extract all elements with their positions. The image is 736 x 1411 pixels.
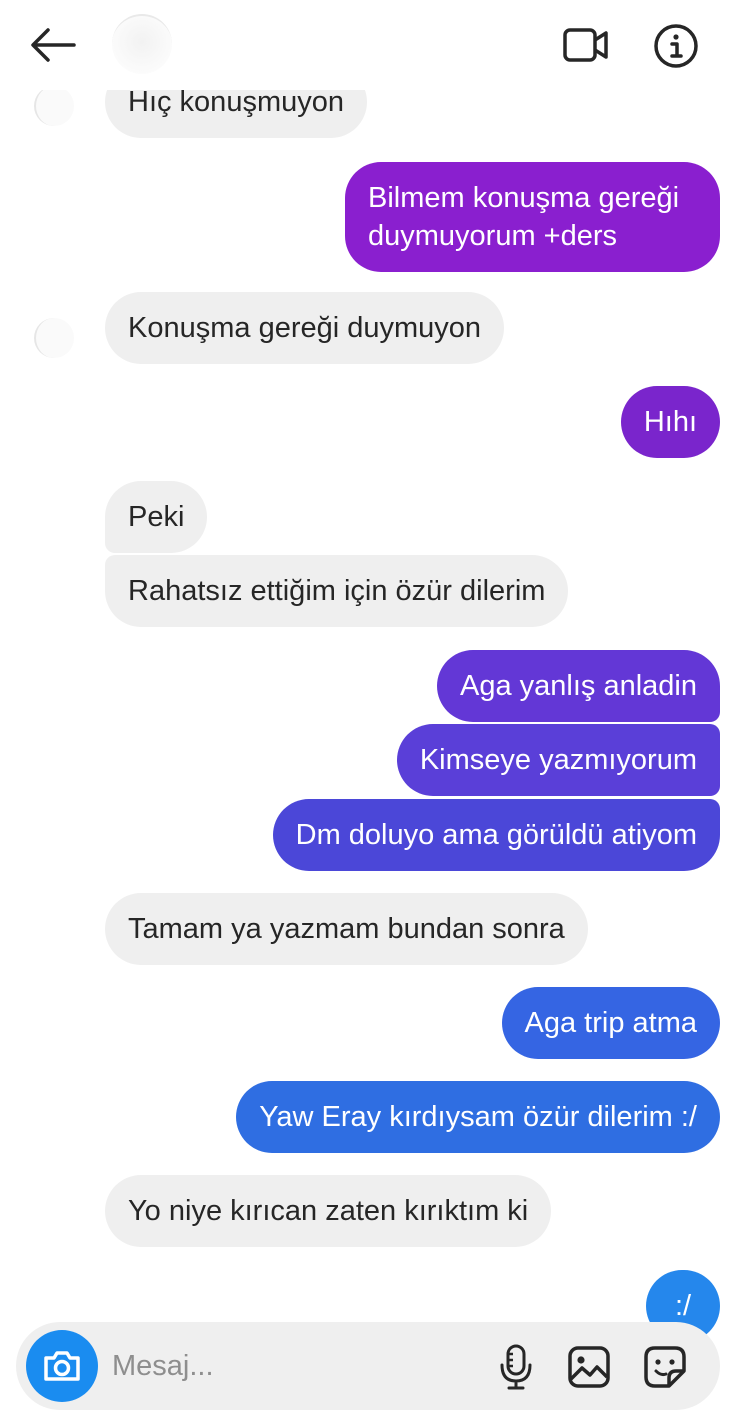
message-outgoing[interactable]: Hıhı	[620, 386, 720, 458]
message-incoming[interactable]: Rahatsız ettiğim için özür dilerim	[105, 555, 569, 627]
message-text: Bilmem konuşma gereği duymuyorum +ders	[368, 182, 680, 252]
message-incoming[interactable]: Tamam ya yazmam bundan sonra	[105, 893, 588, 965]
message-input[interactable]	[112, 1342, 472, 1390]
message-incoming[interactable]: Peki	[105, 481, 208, 553]
sender-avatar	[34, 86, 74, 126]
sticker-icon	[644, 1346, 686, 1388]
message-incoming[interactable]: Yo niye kırıcan zaten kırıktım ki	[105, 1175, 552, 1247]
message-incoming[interactable]: Konuşma gereği duymuyon	[105, 292, 505, 364]
chat-header	[0, 0, 736, 90]
info-button[interactable]	[650, 20, 702, 72]
camera-button[interactable]	[26, 1330, 98, 1402]
video-camera-icon	[563, 28, 608, 62]
video-call-button[interactable]	[560, 22, 612, 68]
message-outgoing[interactable]: Dm doluyo ama görüldü atiyom	[272, 799, 720, 871]
info-icon	[654, 24, 698, 68]
back-button[interactable]	[28, 22, 78, 68]
camera-icon	[44, 1351, 80, 1381]
gallery-button[interactable]	[564, 1342, 614, 1392]
message-outgoing[interactable]: Bilmem konuşma gereği duymuyorum +ders	[345, 162, 720, 272]
voice-message-button[interactable]	[494, 1342, 538, 1392]
microphone-icon	[500, 1344, 532, 1390]
contact-avatar[interactable]	[112, 14, 172, 74]
message-outgoing[interactable]: Aga trip atma	[501, 987, 720, 1059]
sticker-button[interactable]	[640, 1342, 690, 1392]
message-outgoing[interactable]: Kimseye yazmıyorum	[396, 724, 720, 796]
message-composer	[16, 1322, 720, 1410]
message-outgoing[interactable]: Yaw Eray kırdıysam özür dilerim :/	[236, 1081, 720, 1153]
dm-screen: Hıç konuşmuyon Bilmem konuşma gereği duy…	[0, 0, 736, 1411]
message-outgoing[interactable]: Aga yanlış anladin	[437, 650, 720, 722]
arrow-left-icon	[31, 28, 76, 62]
image-gallery-icon	[568, 1346, 610, 1388]
sender-avatar	[34, 318, 74, 358]
message-thread[interactable]: Hıç konuşmuyon Bilmem konuşma gereği duy…	[0, 0, 736, 1411]
